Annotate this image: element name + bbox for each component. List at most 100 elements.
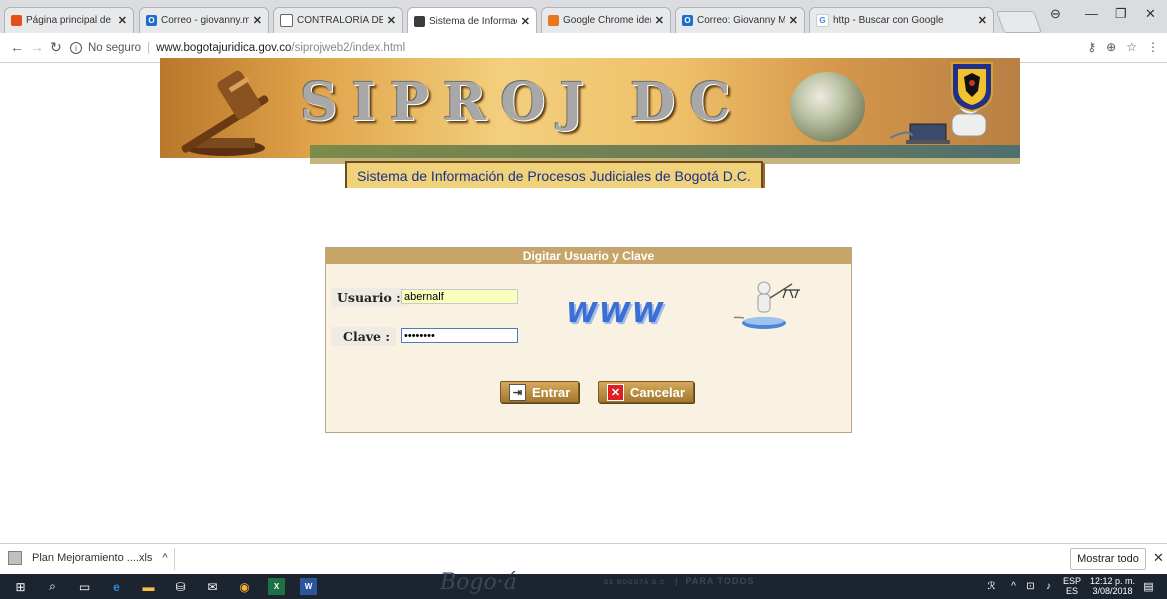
close-window-icon[interactable]: ✕	[1145, 6, 1156, 22]
close-icon[interactable]: ✕	[521, 15, 530, 28]
zoom-icon[interactable]: ⊕	[1106, 40, 1116, 54]
close-icon[interactable]: ✕	[253, 14, 262, 27]
download-shelf: Plan Mejoramiento ....xls ^ Mostrar todo…	[0, 543, 1167, 574]
chevron-up-icon[interactable]: ^	[1005, 578, 1022, 595]
word-icon[interactable]: W	[300, 578, 317, 595]
password-input[interactable]	[401, 328, 518, 343]
clock[interactable]: 12:12 p. m. 3/08/2018	[1090, 576, 1135, 596]
tab-label: Correo: Giovanny Mance	[697, 15, 785, 26]
excel-icon[interactable]: X	[268, 578, 285, 595]
tab-1[interactable]: O Correo - giovanny.mance ✕	[139, 7, 269, 33]
taskbar: Bogo·á DE BOGOTÁ D.C. | PARA TODOS ⊞ ⌕ ▭…	[0, 570, 1167, 599]
user-input[interactable]	[401, 289, 518, 304]
profile-icon[interactable]: ⊖	[1050, 6, 1061, 22]
document-icon	[280, 14, 293, 27]
reload-icon[interactable]: ↻	[50, 39, 62, 56]
url-host: www.bogotajuridica.gov.co	[156, 42, 292, 54]
menu-icon[interactable]: ⋮	[1147, 40, 1159, 54]
tab-label: Correo - giovanny.mance	[161, 15, 249, 26]
login-header: Digitar Usuario y Clave	[326, 248, 851, 264]
url-path: /siprojweb2/index.html	[291, 42, 406, 54]
outlook-icon: O	[146, 15, 157, 26]
close-icon[interactable]: ✕	[118, 14, 127, 27]
tab-4[interactable]: Google Chrome identific ✕	[541, 7, 671, 33]
bogota-shield-icon	[951, 62, 993, 113]
close-icon[interactable]: ✕	[655, 14, 664, 27]
password-label: Clave :	[331, 327, 396, 346]
clock-time: 12:12 p. m.	[1090, 576, 1136, 586]
enter-button[interactable]: ⇥ Entrar	[500, 381, 580, 403]
task-view-icon[interactable]: ▭	[76, 578, 93, 595]
tab-0[interactable]: Página principal de Micro ✕	[4, 7, 134, 33]
www-logo: WWW	[566, 296, 665, 329]
clock-date: 3/08/2018	[1092, 586, 1133, 596]
forum-icon	[548, 15, 559, 26]
key-icon[interactable]: ⚷	[1087, 40, 1096, 54]
star-icon[interactable]: ☆	[1126, 40, 1137, 54]
lang-top: ESP	[1063, 576, 1082, 586]
excel-file-icon	[8, 551, 22, 565]
watermark-mid: DE BOGOTÁ D.C.	[604, 580, 669, 586]
close-icon[interactable]: ✕	[789, 14, 798, 27]
chrome-icon[interactable]: ◉	[236, 578, 253, 595]
door-enter-icon: ⇥	[509, 383, 526, 401]
tab-5[interactable]: O Correo: Giovanny Mance ✕	[675, 7, 805, 33]
show-all-button[interactable]: Mostrar todo	[1070, 548, 1146, 570]
user-label-text: Usuario :	[331, 288, 407, 307]
tab-label: CONTRALORÍA DE BOGO	[297, 15, 383, 26]
cancel-x-icon: ✕	[607, 383, 624, 401]
enter-label: Entrar	[532, 384, 571, 400]
forward-icon[interactable]: →	[30, 39, 44, 55]
gavel-icon	[181, 70, 269, 156]
restore-icon[interactable]: ❐	[1115, 6, 1127, 22]
security-label: No seguro	[88, 42, 142, 54]
close-icon[interactable]: ✕	[387, 14, 396, 27]
download-item[interactable]: Plan Mejoramiento ....xls ^	[8, 551, 168, 565]
close-icon[interactable]: ✕	[978, 14, 987, 27]
address-bar[interactable]: i No seguro | www.bogotajuridica.gov.co …	[70, 37, 1090, 59]
people-icon[interactable]: ℛ	[983, 578, 1000, 595]
language-indicator[interactable]: ESP ES	[1063, 576, 1081, 596]
windows-start-icon[interactable]: ⊞	[12, 578, 29, 595]
search-icon[interactable]: ⌕	[44, 578, 61, 595]
mail-icon[interactable]: ✉	[204, 578, 221, 595]
google-icon: G	[816, 14, 829, 27]
download-filename: Plan Mejoramiento ....xls	[32, 552, 153, 564]
file-explorer-icon[interactable]: ▬	[140, 578, 157, 595]
tab-label: Google Chrome identific	[563, 15, 651, 26]
taskbar-watermark-text: DE BOGOTÁ D.C. | PARA TODOS	[604, 576, 755, 586]
divider: |	[147, 42, 151, 54]
user-label: Usuario :	[331, 288, 407, 307]
globe-icon	[790, 72, 865, 142]
taskbar-watermark: Bogo·á	[440, 570, 517, 595]
edge-icon[interactable]: e	[108, 578, 125, 595]
password-label-text: Clave :	[331, 327, 396, 346]
tab-label: Página principal de Micro	[26, 15, 114, 26]
cancel-button[interactable]: ✕ Cancelar	[598, 381, 694, 403]
notification-icon[interactable]: ▤	[1140, 578, 1157, 595]
tab-6[interactable]: G http - Buscar con Google ✕	[809, 7, 994, 33]
cancel-label: Cancelar	[630, 384, 685, 400]
close-icon[interactable]: ✕	[1153, 550, 1164, 566]
minimize-icon[interactable]: —	[1085, 6, 1098, 21]
network-icon[interactable]: ⊡	[1022, 578, 1039, 595]
outlook-icon: O	[682, 15, 693, 26]
watermark-right: PARA TODOS	[685, 576, 755, 586]
web-surfer-icon	[734, 281, 800, 329]
back-icon[interactable]: ←	[10, 39, 24, 55]
store-icon[interactable]: ⛁	[172, 578, 189, 595]
lang-bottom: ES	[1066, 586, 1079, 596]
info-icon[interactable]: i	[70, 42, 82, 54]
volume-icon[interactable]: ♪	[1040, 578, 1057, 595]
tab-2[interactable]: CONTRALORÍA DE BOGO ✕	[273, 7, 403, 33]
address-actions: ⚷ ⊕ ☆ ⋮	[1087, 40, 1159, 54]
siproj-banner: SIPROJ DC Sistema de Información de Proc…	[160, 58, 1020, 188]
banner-title: SIPROJ DC	[300, 72, 745, 133]
new-tab-button[interactable]	[995, 11, 1043, 33]
tab-3[interactable]: Sistema de Informaci�n ✕	[407, 7, 537, 33]
chevron-up-icon[interactable]: ^	[162, 552, 167, 564]
tab-label: http - Buscar con Google	[833, 15, 944, 26]
login-panel: Digitar Usuario y Clave Usuario : Clave …	[325, 247, 852, 433]
site-icon	[414, 15, 425, 27]
banner-subtitle: Sistema de Información de Procesos Judic…	[345, 161, 763, 188]
